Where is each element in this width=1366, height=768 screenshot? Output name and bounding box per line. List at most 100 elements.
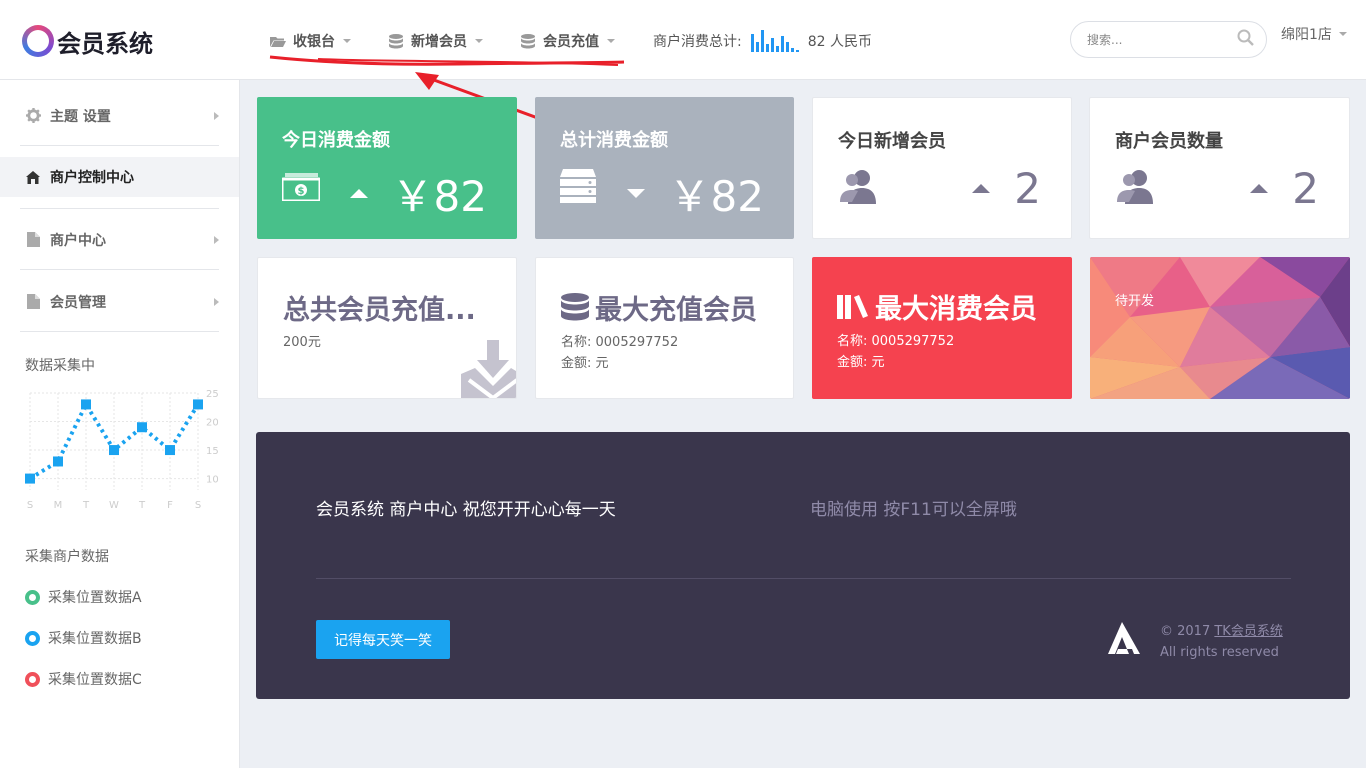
x-tick-label: M: [54, 500, 63, 511]
arrow-up-icon: [1250, 184, 1269, 193]
card-title: 今日消费金额: [282, 130, 390, 151]
copyright-prefix: © 2017: [1160, 624, 1215, 639]
spend-total-value: 82 人民币: [807, 34, 872, 50]
search-icon[interactable]: [1237, 29, 1254, 50]
logo-ring-icon: [22, 25, 54, 57]
file-icon: [25, 232, 41, 248]
chevron-right-icon: [214, 236, 219, 244]
file-icon: [25, 294, 41, 310]
user-label: 绵阳1店: [1281, 27, 1332, 43]
chevron-right-icon: [214, 298, 219, 306]
data-point: [25, 473, 35, 484]
sidebar-line-chart: 25 20 15 10 S M T W T F S: [25, 389, 219, 511]
search-box: [1070, 21, 1267, 58]
database-icon: [388, 33, 404, 48]
circle-icon: [25, 589, 40, 605]
copyright: © 2017 TK会员系统 All rights reserved: [1160, 621, 1283, 663]
chevron-down-icon: [343, 39, 351, 43]
card-total-spend[interactable]: 总计消费金额 ￥82: [535, 97, 794, 239]
card-total-recharge[interactable]: 总共会员充值... 200元: [257, 257, 517, 399]
y-tick-label: 10: [206, 475, 219, 486]
top-header: 会员系统 收银台 新增会员 会员充值 商户消费总计: 82 人民币 搜索... …: [0, 0, 1366, 80]
sidebar-divider: [20, 208, 219, 209]
chevron-down-icon: [475, 39, 483, 43]
sidebar-item-label: 主题 设置: [50, 108, 111, 125]
users-icon: [1115, 168, 1157, 208]
footer-panel: 会员系统 商户中心 祝您开开心心每一天 电脑使用 按F11可以全屏哦 记得每天笑…: [256, 432, 1350, 699]
nav-recharge[interactable]: 会员充值: [520, 29, 615, 53]
search-input[interactable]: [1087, 32, 1237, 47]
legend-item-a: 采集位置数据A: [25, 587, 142, 607]
card-title: 最大充值会员: [561, 288, 757, 327]
copyright-link[interactable]: TK会员系统: [1214, 624, 1282, 639]
card-title: 总共会员充值...: [283, 295, 476, 326]
data-point: [193, 399, 203, 410]
card-pending[interactable]: 待开发: [1090, 257, 1350, 399]
card-member-count[interactable]: 商户会员数量 2: [1089, 97, 1350, 239]
rights-text: All rights reserved: [1160, 645, 1279, 660]
user-menu[interactable]: 绵阳1店: [1281, 24, 1347, 44]
chevron-down-icon: [1338, 32, 1347, 36]
card-today-spend[interactable]: 今日消费金额 $ ￥82: [257, 97, 517, 239]
card-today-members[interactable]: 今日新增会员 2: [812, 97, 1072, 239]
card-value-text: 2: [1014, 164, 1041, 213]
sidebar-item-label: 会员管理: [50, 294, 106, 311]
nav-cashier-label: 收银台: [293, 34, 335, 50]
x-tick-label: S: [27, 500, 33, 511]
legend-item-b: 采集位置数据B: [25, 628, 142, 648]
arrow-down-icon: [626, 189, 645, 198]
sidebar-item-label: 商户控制中心: [50, 170, 134, 186]
y-tick-label: 15: [206, 446, 219, 457]
nav-cashier[interactable]: 收银台: [270, 29, 351, 53]
card-max-spend[interactable]: 最大消费会员 名称: 0005297752 金额: 元: [812, 257, 1072, 399]
circle-icon: [25, 630, 40, 646]
card-value-text: ￥82: [668, 172, 764, 221]
spend-total-stat: 商户消费总计: 82 人民币: [653, 30, 872, 52]
brand-logo-icon: [1108, 622, 1140, 658]
y-tick-label: 20: [206, 418, 219, 429]
logo[interactable]: 会员系统: [22, 24, 153, 58]
card-max-recharge[interactable]: 最大充值会员 名称: 0005297752 金额: 元: [535, 257, 794, 399]
card-amount-line: 金额: 元: [561, 356, 609, 371]
card-title: 今日新增会员: [838, 131, 946, 152]
legend-label: 采集位置数据C: [48, 672, 142, 688]
nav-recharge-label: 会员充值: [543, 34, 599, 50]
folder-open-icon: [270, 34, 286, 48]
sidebar-item-theme[interactable]: 主题 设置: [20, 86, 219, 146]
users-icon: [838, 168, 880, 208]
sidebar-item-members[interactable]: 会员管理: [20, 272, 219, 332]
x-tick-label: S: [195, 500, 201, 511]
sidebar-item-label: 商户中心: [50, 232, 106, 249]
sidebar-item-dashboard[interactable]: 商户控制中心: [0, 157, 239, 197]
data-point: [53, 456, 63, 467]
legend-label: 采集位置数据B: [48, 631, 142, 647]
card-value: 2: [972, 164, 1041, 213]
arrow-up-icon: [972, 184, 991, 193]
chevron-right-icon: [214, 112, 219, 120]
books-icon: [837, 294, 868, 319]
database-icon: [520, 33, 536, 48]
svg-text:$: $: [298, 186, 305, 197]
card-amount-line: 金额: 元: [837, 355, 885, 370]
card-value: 2: [1250, 164, 1319, 213]
data-point: [165, 445, 175, 456]
card-title: 待开发: [1115, 294, 1155, 309]
footer-tip: 电脑使用 按F11可以全屏哦: [810, 500, 1017, 520]
card-title: 最大消费会员: [837, 287, 1037, 326]
arrow-up-icon: [349, 189, 368, 198]
smile-button[interactable]: 记得每天笑一笑: [316, 620, 450, 659]
gear-icon: [25, 108, 41, 124]
sidebar-item-merchant[interactable]: 商户中心: [20, 210, 219, 270]
nav-add-member[interactable]: 新增会员: [388, 29, 483, 53]
download-icon: [461, 340, 516, 398]
card-title: 总计消费金额: [560, 130, 668, 151]
chart-heading: 数据采集中: [25, 358, 95, 374]
collect-heading: 采集商户数据: [25, 549, 109, 565]
card-value-text: ￥82: [391, 172, 487, 221]
data-point: [137, 422, 147, 433]
chevron-down-icon: [607, 39, 615, 43]
circle-icon: [25, 671, 40, 687]
legend-item-c: 采集位置数据C: [25, 669, 142, 689]
sidebar: 主题 设置 商户控制中心 商户中心 会员管理 数据采集中 25 20 15 10 S M T…: [0, 80, 240, 768]
x-tick-label: T: [82, 500, 90, 511]
